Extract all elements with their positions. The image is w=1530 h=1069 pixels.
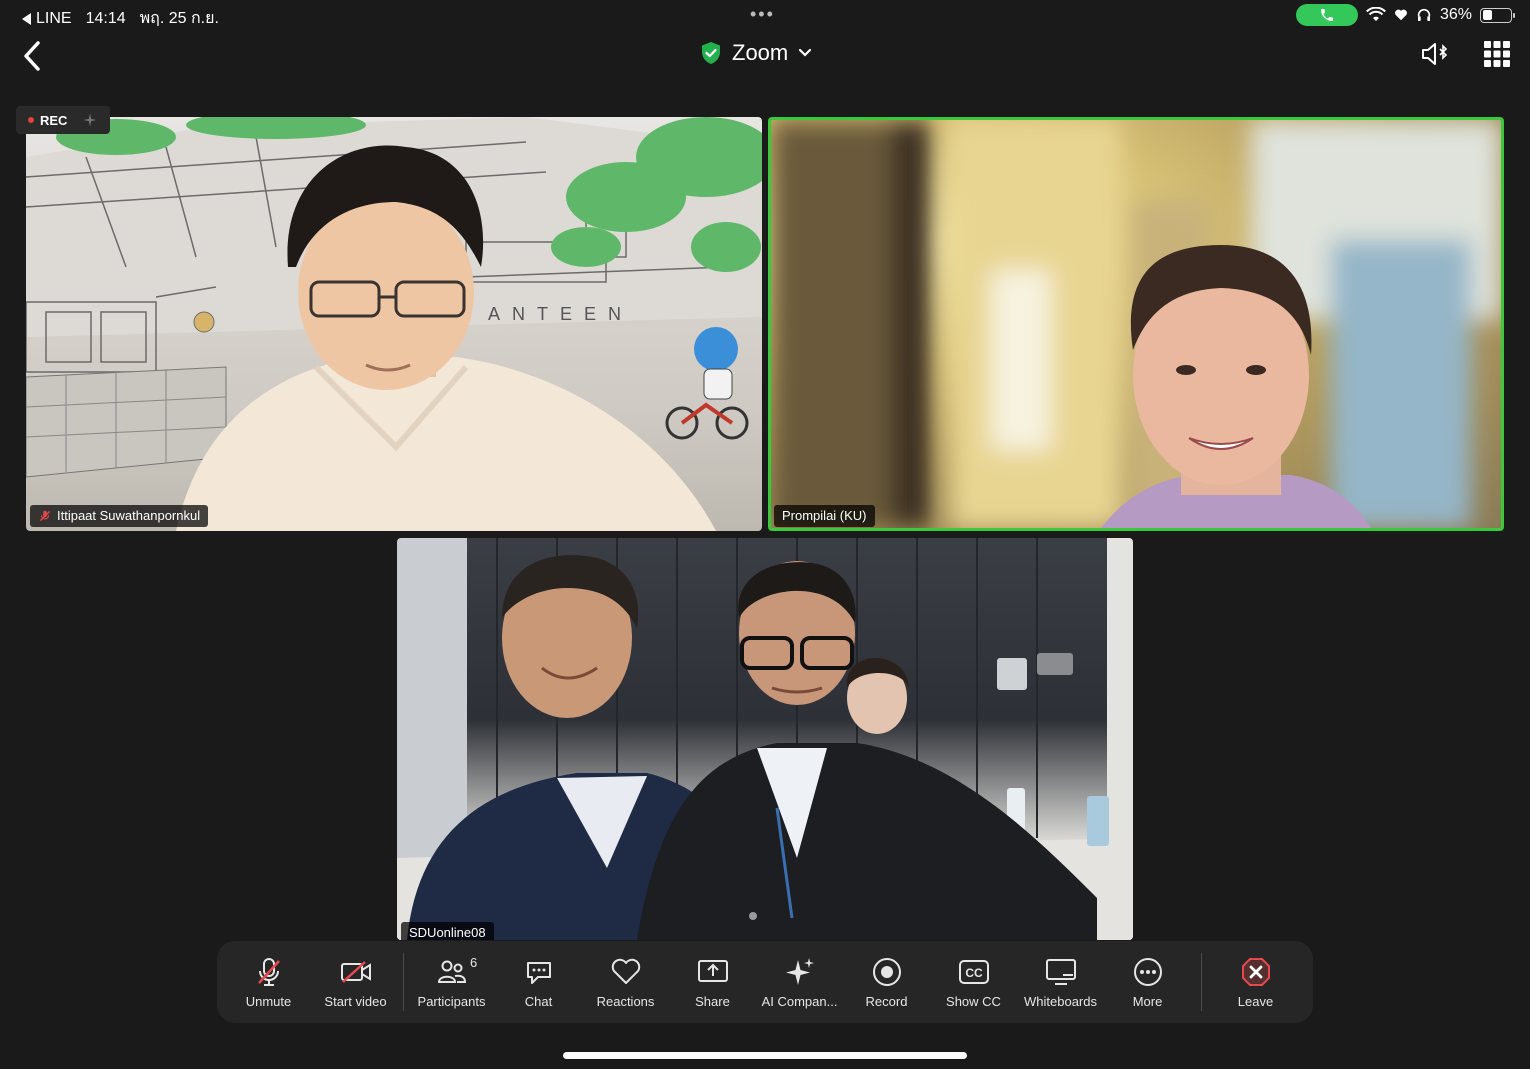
participant-name: Ittipaat Suwathanpornkul	[57, 508, 201, 523]
status-date: พฤ. 25 ก.ย.	[139, 10, 219, 27]
show-cc-label: Show CC	[946, 993, 1001, 1009]
leave-icon	[1241, 957, 1270, 986]
unmute-label: Unmute	[245, 993, 292, 1009]
back-app-label: LINE	[36, 9, 72, 27]
toolbar-divider	[1201, 953, 1202, 1011]
share-label: Share	[695, 993, 730, 1009]
participant-name-tag: Prompilai (KU)	[774, 505, 875, 527]
wifi-icon	[1366, 7, 1386, 21]
chat-button[interactable]: Chat	[495, 947, 582, 1017]
recording-badge[interactable]: REC	[16, 106, 110, 134]
page-indicator-dot[interactable]	[749, 912, 757, 920]
battery-icon	[1480, 7, 1515, 23]
chevron-left-icon	[24, 41, 40, 71]
record-icon	[872, 957, 901, 986]
participants-label: Participants	[417, 993, 486, 1009]
video-off-icon	[340, 960, 371, 983]
share-button[interactable]: Share	[669, 947, 756, 1017]
multitask-dots-icon[interactable]: •••	[750, 4, 775, 25]
unmute-button[interactable]: Unmute	[225, 947, 312, 1017]
start-video-label: Start video	[324, 993, 387, 1009]
recording-dot-icon	[28, 117, 34, 123]
chat-label: Chat	[524, 993, 553, 1009]
grid-icon	[1484, 41, 1510, 67]
participant-video-feed	[771, 120, 1501, 528]
reactions-label: Reactions	[596, 993, 655, 1009]
share-screen-icon	[697, 959, 728, 982]
video-tile-participant-1[interactable]: ANTEEN Ittipaat Suwathanpornkul	[26, 117, 762, 531]
sparkle-icon	[84, 113, 97, 127]
participants-button[interactable]: 6 Participants	[408, 947, 495, 1017]
home-indicator[interactable]	[563, 1052, 967, 1059]
record-button[interactable]: Record	[843, 947, 930, 1017]
record-label: Record	[865, 993, 908, 1009]
status-time: 14:14	[85, 9, 126, 27]
leave-label: Leave	[1237, 993, 1274, 1009]
participants-icon	[437, 960, 466, 983]
status-bar: LINE 14:14 พฤ. 25 ก.ย. ••• 36%	[0, 0, 1530, 32]
participant-video-feed: ANTEEN	[26, 117, 762, 531]
svg-text:ANTEEN: ANTEEN	[488, 304, 633, 324]
meeting-title-dropdown[interactable]: Zoom	[700, 40, 812, 66]
heart-outline-icon	[611, 958, 640, 984]
chat-icon	[526, 961, 551, 984]
whiteboards-label: Whiteboards	[1024, 993, 1097, 1009]
chevron-down-icon	[799, 48, 812, 57]
video-tile-participant-3[interactable]: SDUonline08	[397, 538, 1133, 940]
more-button[interactable]: More	[1104, 947, 1191, 1017]
recording-label: REC	[40, 112, 68, 128]
participant-video-feed	[397, 538, 1133, 940]
phone-icon	[1320, 9, 1333, 21]
toolbar-divider	[403, 953, 404, 1011]
ai-sparkle-icon	[785, 957, 814, 985]
meeting-title: Zoom	[732, 40, 789, 65]
video-tile-participant-2[interactable]: Prompilai (KU)	[768, 117, 1504, 531]
closed-captions-icon: CC	[958, 959, 989, 984]
shield-check-icon	[702, 42, 720, 64]
participant-name: Prompilai (KU)	[782, 508, 867, 523]
headphones-icon	[1417, 8, 1431, 21]
more-label: More	[1132, 993, 1163, 1009]
more-dots-icon	[1133, 957, 1162, 986]
whiteboard-icon	[1045, 958, 1076, 985]
mic-muted-icon	[39, 510, 51, 521]
mic-off-icon	[257, 957, 280, 986]
svg-text:CC: CC	[965, 966, 983, 980]
back-triangle-icon	[22, 12, 31, 25]
start-video-button[interactable]: Start video	[312, 947, 399, 1017]
ai-companion-label: AI Compan...	[761, 993, 838, 1009]
meeting-toolbar: Unmute Start video 6 Participants Chat R…	[217, 941, 1313, 1023]
gallery-view-button[interactable]	[1484, 41, 1510, 72]
back-to-app-link[interactable]: LINE	[22, 10, 72, 28]
heart-icon	[1395, 9, 1407, 21]
battery-percent: 36%	[1439, 6, 1472, 23]
audio-output-button[interactable]	[1420, 40, 1450, 73]
participant-name-tag: SDUonline08	[401, 922, 494, 940]
reactions-button[interactable]: Reactions	[582, 947, 669, 1017]
speaker-bluetooth-icon	[1422, 43, 1448, 65]
participants-count: 6	[470, 955, 478, 970]
leave-button[interactable]: Leave	[1212, 947, 1299, 1017]
active-call-pill[interactable]	[1295, 4, 1358, 26]
ai-companion-button[interactable]: AI Compan...	[756, 947, 843, 1017]
participant-name: SDUonline08	[409, 925, 486, 940]
back-button[interactable]	[18, 38, 48, 74]
participant-name-tag: Ittipaat Suwathanpornkul	[30, 505, 209, 527]
show-cc-button[interactable]: CC Show CC	[930, 947, 1017, 1017]
whiteboards-button[interactable]: Whiteboards	[1017, 947, 1104, 1017]
